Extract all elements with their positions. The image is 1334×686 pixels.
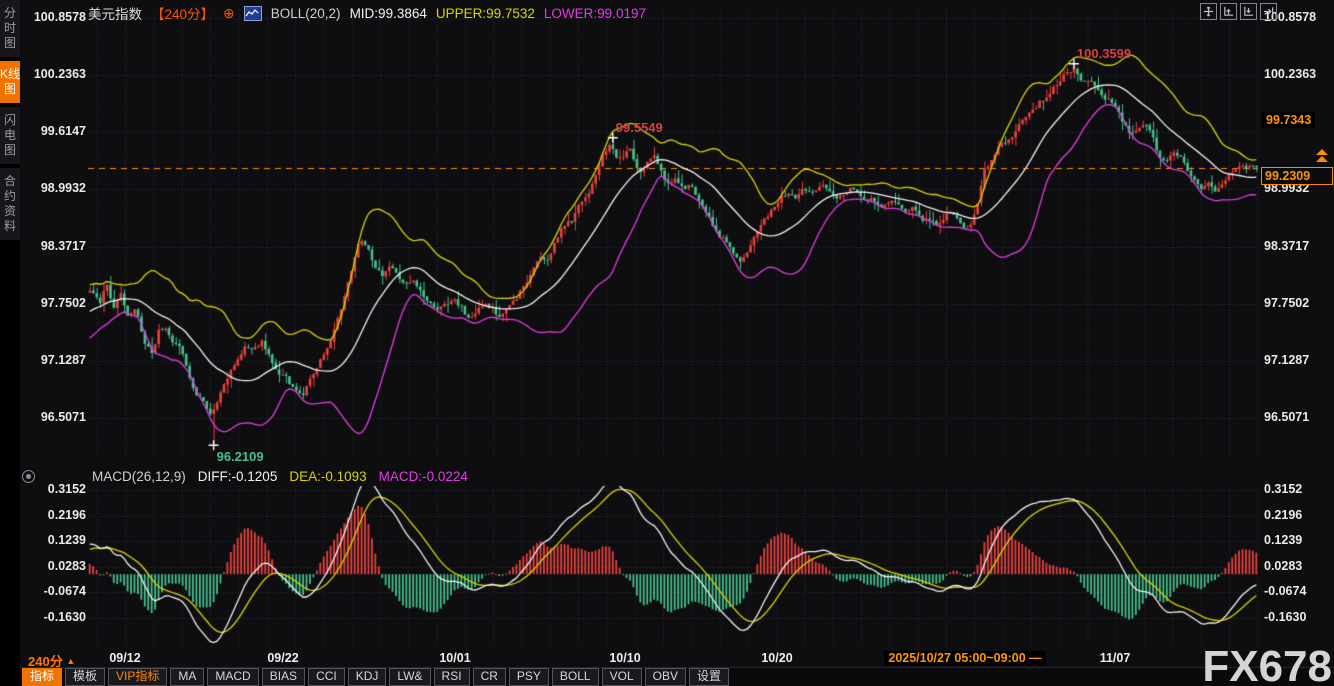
period-label: 【240分】 xyxy=(151,3,214,23)
sidebar-tab-合约资料[interactable]: 合约资料 xyxy=(0,168,20,240)
trading-app-window: 分时图 K线图闪电图合约资料 美元指数 【240分】 ⊕ BOLL(20,2) M… xyxy=(0,0,1334,686)
selected-candle-time-label: 2025/10/27 05:00~09:00 — xyxy=(884,651,1045,665)
tool-button-指标[interactable]: 指标 xyxy=(22,668,62,686)
price-annotation: 100.3599 xyxy=(1077,46,1131,61)
macd-macd-value: MACD:-0.0224 xyxy=(379,469,468,484)
tool-button-VOL[interactable]: VOL xyxy=(602,668,642,686)
tool-button-BIAS[interactable]: BIAS xyxy=(262,668,305,686)
x-axis-row: 240分 ▲ 09/1209/2210/0110/1010/202025/10/… xyxy=(0,650,1334,667)
tool-button-CCI[interactable]: CCI xyxy=(308,668,345,686)
macd-axis-label: 0.3152 xyxy=(26,482,86,496)
indicator-pane-icon[interactable] xyxy=(22,470,35,483)
y-axis-label: 98.3717 xyxy=(1264,239,1309,253)
indicator-toolbar: 指标模板VIP指标MAMACDBIASCCIKDJLW&RSICRPSYBOLL… xyxy=(0,667,1334,686)
tool-button-BOLL[interactable]: BOLL xyxy=(552,668,599,686)
zoom-out-axis-icon[interactable] xyxy=(1240,3,1257,20)
macd-axis-label: 0.1239 xyxy=(26,533,86,547)
indicator-name: BOLL(20,2) xyxy=(271,6,341,21)
x-axis-date-label: 11/07 xyxy=(1100,651,1131,665)
tool-button-PSY[interactable]: PSY xyxy=(509,668,549,686)
price-annotation: 96.2109 xyxy=(217,449,264,464)
price-up-arrow-icon xyxy=(1316,149,1328,163)
y-axis-label: 97.7502 xyxy=(26,296,86,310)
pan-icon[interactable] xyxy=(1200,3,1217,20)
sidebar-tab-K线图[interactable]: K线图 xyxy=(0,61,20,103)
tool-button-CR[interactable]: CR xyxy=(473,668,506,686)
tool-button-VIP指标[interactable]: VIP指标 xyxy=(108,668,167,686)
boll-mid-value: MID:99.3864 xyxy=(350,6,427,21)
y-axis-label: 97.1287 xyxy=(1264,353,1309,367)
macd-diff-value: DIFF:-0.1205 xyxy=(198,469,278,484)
x-axis-date-label: 09/12 xyxy=(109,651,140,665)
tool-button-KDJ[interactable]: KDJ xyxy=(348,668,387,686)
zoom-in-axis-icon[interactable] xyxy=(1220,3,1237,20)
macd-axis-label: 0.3152 xyxy=(1264,482,1302,496)
tool-button-模板[interactable]: 模板 xyxy=(65,668,105,686)
x-axis-date-label: 10/20 xyxy=(761,651,792,665)
price-chart-canvas[interactable] xyxy=(0,0,1334,686)
macd-axis-label: 0.0283 xyxy=(26,559,86,573)
x-axis-date-label: 10/01 xyxy=(439,651,470,665)
macd-axis-label: 0.0283 xyxy=(1264,559,1302,573)
symbol-name: 美元指数 xyxy=(88,3,142,23)
macd-axis-label: 0.2196 xyxy=(1264,508,1302,522)
y-axis-label: 96.5071 xyxy=(26,410,86,424)
y-axis-label: 97.1287 xyxy=(26,353,86,367)
boll-lower-value: LOWER:99.0197 xyxy=(544,6,646,21)
chart-toolbar xyxy=(1200,3,1277,20)
boll-upper-value: UPPER:99.7532 xyxy=(436,6,535,21)
macd-axis-label: -0.1630 xyxy=(1264,610,1306,624)
main-chart-legend: 美元指数 【240分】 ⊕ BOLL(20,2) MID:99.3864 UPP… xyxy=(88,3,646,23)
y-axis-label: 98.9932 xyxy=(26,181,86,195)
add-overlay-icon[interactable]: ⊕ xyxy=(223,5,235,22)
macd-axis-label: 0.2196 xyxy=(26,508,86,522)
tool-button-LW&[interactable]: LW& xyxy=(389,668,430,686)
macd-legend: MACD(26,12,9) DIFF:-0.1205 DEA:-0.1093 M… xyxy=(92,469,468,484)
y-axis-label: 100.2363 xyxy=(26,67,86,81)
x-axis-date-label: 10/10 xyxy=(609,651,640,665)
y-axis-label: 97.7502 xyxy=(1264,296,1309,310)
period-dropdown-icon: ▲ xyxy=(66,656,75,666)
macd-dea-value: DEA:-0.1093 xyxy=(289,469,366,484)
y-axis-label: 96.5071 xyxy=(1264,410,1309,424)
macd-axis-label: -0.0674 xyxy=(1264,584,1306,598)
sidebar-tab-分时图[interactable]: 分时图 xyxy=(0,0,20,57)
macd-axis-label: 0.1239 xyxy=(1264,533,1302,547)
y-axis-label: 99.6147 xyxy=(26,124,86,138)
sidebar-tab-闪电图[interactable]: 闪电图 xyxy=(0,107,20,164)
go-latest-icon[interactable] xyxy=(1260,3,1277,20)
macd-axis-label: -0.1630 xyxy=(26,610,86,624)
macd-name: MACD(26,12,9) xyxy=(92,469,186,484)
y-axis-label: 100.2363 xyxy=(1264,67,1316,81)
tool-button-OBV[interactable]: OBV xyxy=(645,668,686,686)
y-axis-label: 98.3717 xyxy=(26,239,86,253)
mini-chart-icon[interactable] xyxy=(244,6,262,21)
tool-button-MA[interactable]: MA xyxy=(170,668,204,686)
price-annotation: 99.5549 xyxy=(616,120,663,135)
tool-button-RSI[interactable]: RSI xyxy=(434,668,470,686)
x-axis-date-label: 09/22 xyxy=(267,651,298,665)
macd-axis-label: -0.0674 xyxy=(26,584,86,598)
chart-type-sidebar: 分时图 K线图闪电图合约资料 xyxy=(0,0,20,686)
current-price-tag: 99.2309 xyxy=(1261,167,1333,185)
upper-band-price-tag: 99.7343 xyxy=(1262,112,1315,128)
y-axis-label: 100.8578 xyxy=(26,10,86,24)
tool-button-MACD[interactable]: MACD xyxy=(207,668,258,686)
tool-button-设置[interactable]: 设置 xyxy=(689,668,729,686)
